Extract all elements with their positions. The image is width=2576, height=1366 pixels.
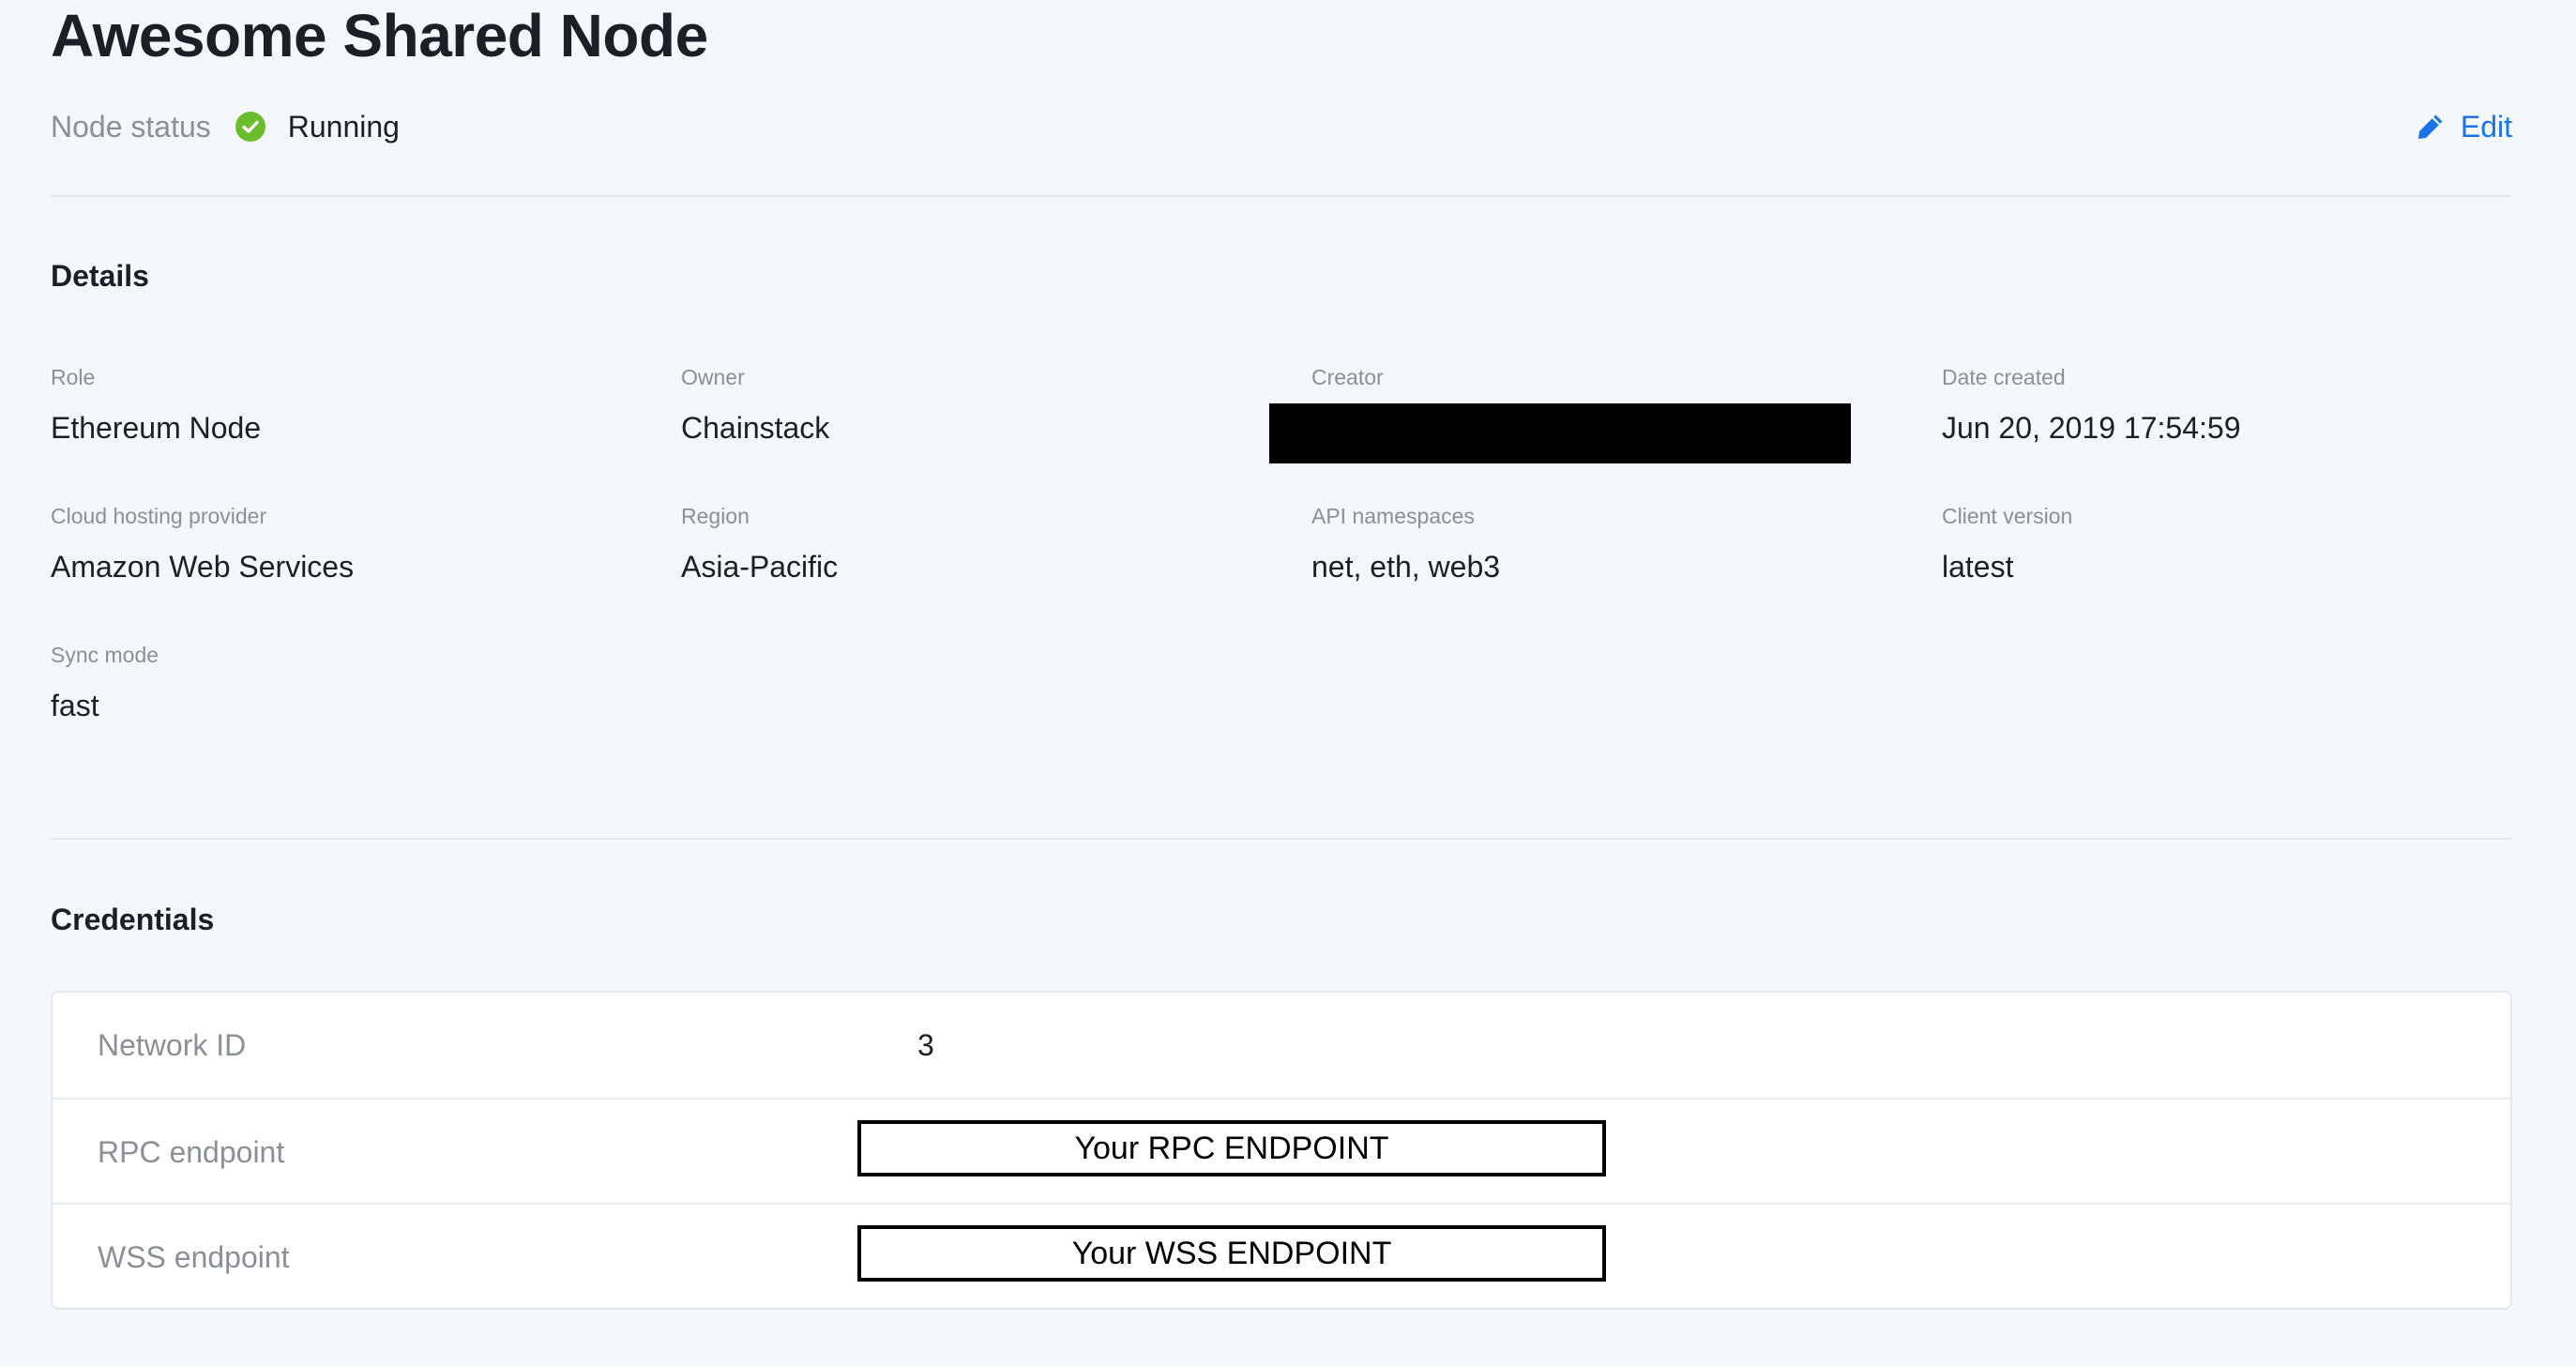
edit-button[interactable]: Edit (2416, 105, 2512, 148)
detail-value: Chainstack (681, 411, 830, 445)
check-circle-icon (235, 112, 265, 142)
creator-redacted-block (1269, 403, 1851, 463)
detail-value: Asia-Pacific (681, 550, 839, 584)
detail-label: Owner (681, 365, 745, 389)
edit-button-label: Edit (2460, 109, 2512, 144)
details-section-title: Details (51, 259, 149, 293)
detail-label: Role (51, 365, 96, 389)
details-divider (51, 838, 2512, 840)
detail-label: Date created (1942, 365, 2066, 389)
credentials-row-wss-endpoint: WSS endpoint Your WSS ENDPOINT (53, 1203, 2510, 1308)
detail-label: API namespaces (1311, 504, 1475, 528)
credentials-label: Network ID (98, 1028, 247, 1062)
detail-client-version: Client version latest (1942, 503, 2542, 585)
detail-label: Sync mode (51, 643, 159, 667)
detail-creator: Creator (1311, 364, 1912, 390)
credentials-row-rpc-endpoint: RPC endpoint Your RPC ENDPOINT (53, 1098, 2510, 1203)
detail-api-namespaces: API namespaces net, eth, web3 (1311, 503, 1912, 585)
detail-region: Region Asia-Pacific (681, 503, 1281, 585)
page-title: Awesome Shared Node (51, 2, 708, 69)
detail-value: fast (51, 689, 99, 722)
detail-label: Cloud hosting provider (51, 504, 267, 528)
detail-value: net, eth, web3 (1311, 550, 1501, 584)
rpc-endpoint-value[interactable]: Your RPC ENDPOINT (857, 1120, 1606, 1176)
detail-label: Creator (1311, 365, 1384, 389)
pencil-icon (2416, 112, 2446, 142)
detail-date-created: Date created Jun 20, 2019 17:54:59 (1942, 364, 2542, 447)
detail-value: latest (1942, 550, 2014, 584)
detail-role: Role Ethereum Node (51, 364, 651, 447)
credentials-section-title: Credentials (51, 903, 215, 936)
credentials-table: Network ID 3 RPC endpoint Your RPC ENDPO… (51, 991, 2512, 1310)
detail-cloud-provider: Cloud hosting provider Amazon Web Servic… (51, 503, 651, 585)
detail-label: Client version (1942, 504, 2073, 528)
detail-owner: Owner Chainstack (681, 364, 1281, 447)
node-status-label: Node status (51, 109, 211, 144)
detail-value: Amazon Web Services (51, 550, 355, 584)
network-id-value[interactable]: 3 (917, 993, 934, 1098)
wss-endpoint-value[interactable]: Your WSS ENDPOINT (857, 1225, 1606, 1282)
header-divider (51, 195, 2512, 197)
detail-sync-mode: Sync mode fast (51, 642, 651, 724)
detail-value: Ethereum Node (51, 411, 262, 445)
detail-label: Region (681, 504, 750, 528)
detail-value: Jun 20, 2019 17:54:59 (1942, 411, 2241, 445)
node-status-value: Running (287, 109, 400, 144)
credentials-label: WSS endpoint (98, 1240, 290, 1274)
credentials-label: RPC endpoint (98, 1135, 285, 1169)
node-status: Node status Running (51, 105, 400, 148)
credentials-row-network-id: Network ID 3 (53, 993, 2510, 1098)
